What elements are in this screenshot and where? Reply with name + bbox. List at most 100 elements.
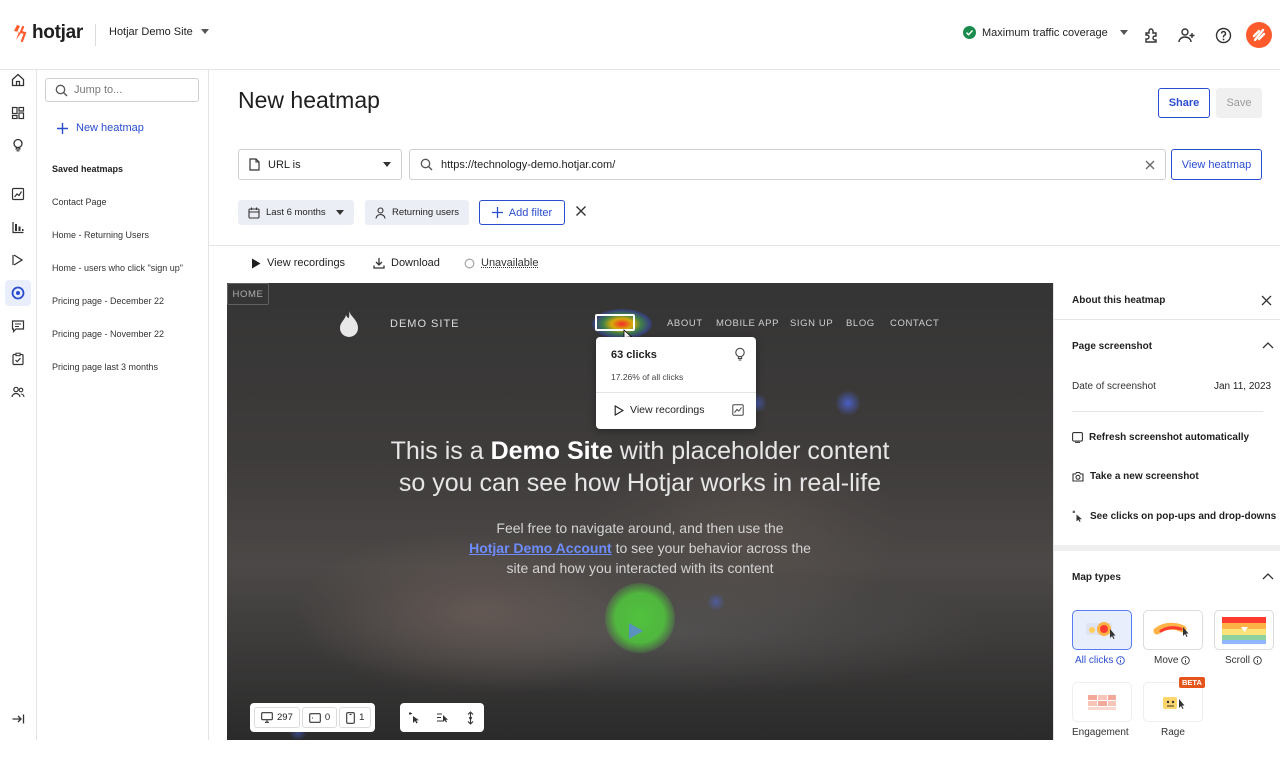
heatmaps-icon[interactable] (5, 280, 31, 306)
desktop-count: 297 (277, 712, 293, 723)
camera-icon (1072, 471, 1084, 482)
divider (596, 392, 756, 393)
mobile-device-button[interactable]: 1 (339, 707, 372, 728)
clear-filters-icon[interactable] (575, 205, 587, 217)
chevron-up-icon[interactable] (1262, 341, 1274, 349)
divider (95, 24, 96, 46)
user-icon (375, 206, 386, 219)
integrations-puzzle-icon[interactable] (1141, 25, 1161, 45)
search-icon (420, 158, 433, 171)
site-name: Hotjar Demo Site (109, 26, 193, 38)
map-type-rage[interactable] (1143, 682, 1203, 722)
info-icon[interactable] (1181, 656, 1191, 665)
date-range-filter[interactable]: Last 6 months (238, 200, 354, 225)
scroll-depth-tool-icon[interactable] (460, 708, 480, 728)
page-screenshot-section-title[interactable]: Page screenshot (1072, 341, 1152, 352)
chevron-up-icon[interactable] (1262, 572, 1274, 580)
calendar-icon (248, 207, 260, 219)
dashboards-icon[interactable] (5, 100, 31, 126)
demo-nav-sign-up[interactable]: SIGN UP (790, 318, 833, 329)
user-avatar[interactable] (1246, 22, 1272, 48)
map-type-engagement[interactable] (1072, 682, 1132, 722)
take-screenshot-button[interactable]: Take a new screenshot (1072, 471, 1199, 482)
popup-clicks-button[interactable]: See clicks on pop-ups and drop-downs (1072, 510, 1276, 522)
view-heatmap-button[interactable]: View heatmap (1171, 149, 1262, 180)
flame-logo-icon (337, 310, 361, 338)
engagement-label[interactable]: Engagement (1072, 727, 1129, 738)
segment-filter[interactable]: Returning users (365, 200, 470, 225)
funnels-icon[interactable] (5, 214, 31, 240)
new-heatmap-button[interactable]: New heatmap (57, 122, 144, 134)
saved-heatmap-item[interactable]: Pricing page - December 22 (52, 296, 164, 306)
icon-rail (0, 70, 37, 740)
map-type-move[interactable] (1143, 610, 1203, 650)
help-icon[interactable] (1213, 25, 1233, 45)
refresh-screenshot-label: Refresh screenshot automatically (1089, 432, 1250, 443)
url-match-select[interactable]: URL is (238, 149, 402, 180)
trend-chart-icon[interactable] (732, 404, 744, 416)
saved-heatmap-item[interactable]: Pricing page - November 22 (52, 329, 164, 339)
refresh-screenshot-toggle[interactable]: Refresh screenshot automatically (1072, 432, 1249, 443)
add-filter-button[interactable]: Add filter (479, 200, 565, 225)
demo-nav-about[interactable]: ABOUT (667, 318, 703, 329)
home-icon[interactable] (5, 67, 31, 93)
desktop-device-button[interactable]: 297 (254, 707, 300, 728)
saved-heatmap-item[interactable]: Pricing page last 3 months (52, 362, 158, 372)
info-icon[interactable] (1116, 656, 1126, 665)
save-button[interactable]: Save (1216, 88, 1262, 118)
heat-spot (835, 390, 861, 416)
rage-label[interactable]: Rage (1161, 727, 1185, 738)
saved-heatmap-item[interactable]: Contact Page (52, 197, 107, 207)
heat-spot (605, 583, 675, 653)
jump-to-search-input[interactable]: Jump to... (45, 78, 199, 102)
tablet-device-button[interactable]: 0 (301, 707, 338, 728)
saved-heatmap-item[interactable]: Home - Returning Users (52, 230, 149, 240)
info-icon[interactable] (1253, 656, 1262, 665)
view-recordings-button[interactable]: View recordings (251, 257, 345, 269)
demo-account-link[interactable]: Hotjar Demo Account (469, 540, 612, 556)
caret-down-icon (200, 29, 209, 35)
click-select-tool-icon[interactable] (404, 708, 424, 728)
hero-heading-part: with placeholder content (612, 437, 890, 465)
popup-view-recordings-button[interactable]: View recordings (614, 404, 705, 416)
feedback-icon[interactable] (5, 313, 31, 339)
screenshot-date-label: Date of screenshot (1072, 381, 1156, 392)
pointer-click-icon (1072, 510, 1084, 522)
saved-heatmap-item[interactable]: Home - users who click "sign up" (52, 263, 183, 273)
saved-heatmaps-title: Saved heatmaps (52, 164, 124, 174)
move-label[interactable]: Move (1154, 655, 1191, 666)
beta-badge: BETA (1179, 677, 1205, 688)
traffic-coverage-selector[interactable]: Maximum traffic coverage (963, 26, 1128, 39)
trends-icon[interactable] (5, 181, 31, 207)
site-selector[interactable]: Hotjar Demo Site (109, 26, 209, 38)
view-recordings-label: View recordings (267, 257, 346, 269)
demo-nav-blog[interactable]: BLOG (846, 318, 875, 329)
recordings-icon[interactable] (5, 247, 31, 273)
element-list-tool-icon[interactable] (432, 708, 452, 728)
lightbulb-icon[interactable] (734, 347, 746, 361)
map-types-section-title[interactable]: Map types (1072, 572, 1121, 583)
all-clicks-label[interactable]: All clicks (1075, 655, 1126, 666)
hotjar-logo[interactable]: hotjar (12, 22, 83, 44)
close-icon[interactable] (1261, 295, 1272, 306)
interviews-icon[interactable] (5, 379, 31, 405)
scroll-label[interactable]: Scroll (1225, 655, 1262, 666)
demo-nav-contact[interactable]: CONTACT (890, 318, 939, 329)
lightbulb-icon[interactable] (5, 132, 31, 158)
coverage-label: Maximum traffic coverage (982, 26, 1108, 39)
surveys-icon[interactable] (5, 346, 31, 372)
demo-site-brand: DEMO SITE (390, 318, 460, 330)
collapse-sidebar-icon[interactable] (5, 706, 31, 732)
map-type-scroll[interactable] (1214, 610, 1274, 650)
video-play-icon[interactable] (625, 621, 645, 641)
heatmap-preview[interactable]: DEMO SITE HOME ABOUT MOBILE APP SIGN UP … (227, 283, 1053, 740)
url-input[interactable]: https://technology-demo.hotjar.com/ (409, 149, 1166, 180)
caret-down-icon (335, 209, 344, 216)
share-button[interactable]: Share (1158, 88, 1210, 118)
demo-nav-mobile-app[interactable]: MOBILE APP (716, 318, 779, 329)
add-user-icon[interactable] (1177, 25, 1197, 45)
download-button[interactable]: Download (373, 257, 440, 269)
map-type-all-clicks[interactable] (1072, 610, 1132, 650)
tablet-icon (309, 712, 321, 723)
clear-url-icon[interactable] (1145, 160, 1155, 170)
